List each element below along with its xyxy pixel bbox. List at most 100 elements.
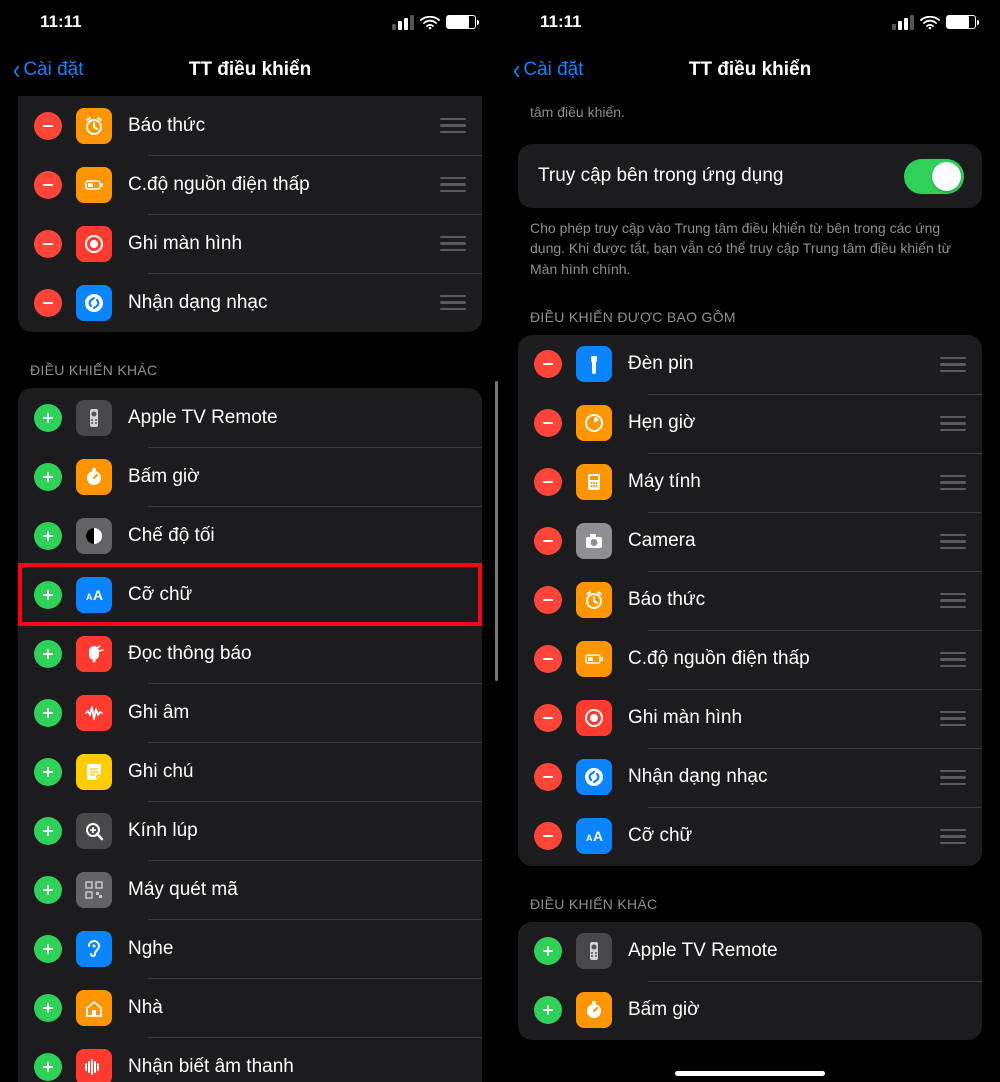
control-row: Ghi màn hình (18, 214, 482, 273)
drag-handle-icon[interactable] (930, 652, 966, 668)
control-row: Báo thức (518, 571, 982, 630)
drag-handle-icon[interactable] (930, 770, 966, 786)
add-button[interactable] (34, 699, 62, 727)
remove-button[interactable] (534, 645, 562, 673)
add-button[interactable] (34, 994, 62, 1022)
add-button[interactable] (34, 404, 62, 432)
back-button[interactable]: ‹ Cài đặt (512, 56, 584, 84)
included-controls-header: ĐIỀU KHIỂN ĐƯỢC BAO GỒM (500, 279, 1000, 335)
drag-handle-icon[interactable] (930, 475, 966, 491)
nav-bar: ‹ Cài đặt TT điều khiển (500, 44, 1000, 96)
control-label: Ghi màn hình (628, 707, 930, 729)
add-button[interactable] (534, 937, 562, 965)
scroll-area-left[interactable]: Báo thức C.độ nguồn điện thấpGhi màn hình… (0, 96, 500, 1082)
remove-button[interactable] (34, 230, 62, 258)
remove-button[interactable] (534, 586, 562, 614)
back-button[interactable]: ‹ Cài đặt (12, 56, 84, 84)
scroll-area-right[interactable]: tâm điều khiển. Truy cập bên trong ứng d… (500, 96, 1000, 1082)
drag-handle-icon[interactable] (430, 177, 466, 193)
drag-handle-icon[interactable] (430, 236, 466, 252)
remove-button[interactable] (34, 171, 62, 199)
drag-handle-icon[interactable] (430, 295, 466, 311)
control-label: Ghi chú (128, 761, 466, 783)
remove-button[interactable] (534, 350, 562, 378)
control-label: Kính lúp (128, 820, 466, 842)
add-button[interactable] (534, 996, 562, 1024)
hearing-icon (76, 931, 112, 967)
control-row: Nhận dạng nhạc (518, 748, 982, 807)
drag-handle-icon[interactable] (930, 711, 966, 727)
add-button[interactable] (34, 935, 62, 963)
drag-handle-icon[interactable] (930, 416, 966, 432)
remove-button[interactable] (534, 409, 562, 437)
home-indicator[interactable] (675, 1071, 825, 1076)
add-button[interactable] (34, 581, 62, 609)
remove-button[interactable] (34, 289, 62, 317)
status-bar: 11:11 (0, 0, 500, 44)
stopwatch-icon (576, 992, 612, 1028)
included-controls-group: Báo thức C.độ nguồn điện thấpGhi màn hình… (18, 96, 482, 332)
chevron-left-icon: ‹ (13, 56, 20, 84)
add-button[interactable] (34, 463, 62, 491)
access-toggle-label: Truy cập bên trong ứng dụng (538, 165, 783, 187)
lowpower-icon (76, 167, 112, 203)
home-icon (76, 990, 112, 1026)
sound-icon (76, 1049, 112, 1082)
control-row: C.độ nguồn điện thấp (18, 155, 482, 214)
scrollbar[interactable] (495, 381, 498, 681)
alarm-icon (576, 582, 612, 618)
control-row: Nhận dạng nhạc (18, 273, 482, 332)
wifi-icon (420, 15, 440, 29)
add-button[interactable] (34, 640, 62, 668)
control-row: Apple TV Remote (518, 922, 982, 981)
control-label: Hẹn giờ (628, 412, 930, 434)
drag-handle-icon[interactable] (930, 593, 966, 609)
other-controls-header: ĐIỀU KHIỂN KHÁC (0, 332, 500, 388)
add-button[interactable] (34, 758, 62, 786)
control-label: Nhà (128, 997, 466, 1019)
add-button[interactable] (34, 876, 62, 904)
access-toggle-footer: Cho phép truy cập vào Trung tâm điều khi… (500, 208, 1000, 279)
control-label: Nghe (128, 938, 466, 960)
drag-handle-icon[interactable] (930, 829, 966, 845)
control-row: Apple TV Remote (18, 388, 482, 447)
control-label: Chế độ tối (128, 525, 466, 547)
included-controls-group: Đèn pinHẹn giờMáy tínhCameraBáo thứcC.độ… (518, 335, 982, 866)
back-label: Cài đặt (523, 59, 583, 81)
drag-handle-icon[interactable] (930, 534, 966, 550)
add-button[interactable] (34, 817, 62, 845)
control-row: Nhà (18, 978, 482, 1037)
back-label: Cài đặt (23, 59, 83, 81)
access-toggle[interactable] (904, 159, 964, 194)
control-label: Ghi âm (128, 702, 466, 724)
remove-button[interactable] (534, 704, 562, 732)
textsize-icon (76, 577, 112, 613)
control-row: Cỡ chữ (518, 807, 982, 866)
control-label: Báo thức (128, 115, 430, 137)
announce-icon (76, 636, 112, 672)
remove-button[interactable] (534, 763, 562, 791)
drag-handle-icon[interactable] (930, 357, 966, 373)
control-row: Máy tính (518, 453, 982, 512)
remove-button[interactable] (534, 822, 562, 850)
other-controls-group: Apple TV RemoteBấm giờ (518, 922, 982, 1040)
remote-icon (76, 400, 112, 436)
add-button[interactable] (34, 1053, 62, 1081)
control-row: Cỡ chữ (18, 565, 482, 624)
status-time: 11:11 (40, 12, 82, 32)
shazam-icon (76, 285, 112, 321)
remove-button[interactable] (34, 112, 62, 140)
add-button[interactable] (34, 522, 62, 550)
darkmode-icon (76, 518, 112, 554)
drag-handle-icon[interactable] (430, 118, 466, 134)
control-label: Bấm giờ (128, 466, 466, 488)
control-label: Nhận biết âm thanh (128, 1056, 466, 1078)
access-toggle-row: Truy cập bên trong ứng dụng (518, 144, 982, 208)
screenshot-left: 11:11 ‹ Cài đặt TT điều khiển Báo thứcC.… (0, 0, 500, 1082)
control-row: Nghe (18, 919, 482, 978)
remove-button[interactable] (534, 468, 562, 496)
control-row: Đèn pin (518, 335, 982, 394)
control-label: Đọc thông báo (128, 643, 466, 665)
cellular-icon (392, 15, 414, 30)
remove-button[interactable] (534, 527, 562, 555)
